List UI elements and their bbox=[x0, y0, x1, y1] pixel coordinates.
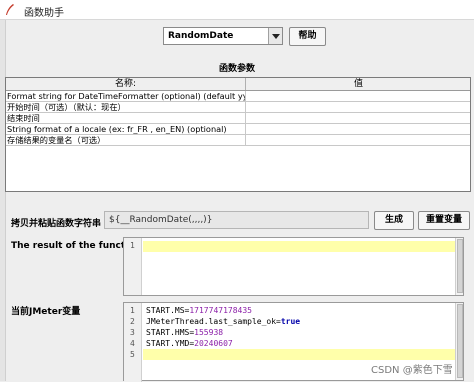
current-line-highlight bbox=[143, 349, 463, 360]
variable-line: START.HMS=155938 bbox=[146, 328, 223, 337]
param-value-cell[interactable] bbox=[247, 135, 469, 145]
column-header-name[interactable]: 名称: bbox=[6, 78, 246, 90]
variable-line: JMeterThread.last_sample_ok=true bbox=[146, 317, 300, 326]
left-panel-edge bbox=[0, 20, 6, 381]
function-string-value: ${__RandomDate(,,,,)} bbox=[109, 215, 213, 225]
line-number: 4 bbox=[130, 339, 135, 348]
variable-key: START.YMD= bbox=[146, 339, 195, 348]
window-title: 函数助手 bbox=[24, 8, 64, 19]
function-select[interactable]: RandomDate bbox=[163, 27, 283, 45]
variable-value: 20240607 bbox=[194, 339, 233, 348]
table-header: 名称: 值 bbox=[6, 78, 470, 91]
function-string-field[interactable]: ${__RandomDate(,,,,)} bbox=[104, 211, 369, 229]
variable-value: 1717747178435 bbox=[189, 306, 252, 315]
param-value-cell[interactable] bbox=[247, 102, 469, 112]
vertical-scrollbar[interactable] bbox=[455, 303, 463, 380]
variable-value: 155938 bbox=[194, 328, 224, 337]
current-line-highlight bbox=[143, 241, 463, 252]
table-row[interactable]: Format string for DateTimeFormatter (opt… bbox=[6, 91, 470, 102]
param-value-cell[interactable] bbox=[247, 113, 469, 123]
watermark-text: CSDN @紫色下雪 bbox=[371, 365, 453, 376]
param-name-cell: 开始时间（可选）（默认：现在） bbox=[7, 102, 246, 112]
table-row[interactable]: 结束时间 bbox=[6, 113, 470, 124]
param-value-cell[interactable] bbox=[247, 124, 469, 134]
table-row[interactable]: 开始时间（可选）（默认：现在） bbox=[6, 102, 470, 113]
function-select-value: RandomDate bbox=[168, 31, 234, 41]
param-name-cell: 存储结果的变量名（可选） bbox=[7, 135, 246, 145]
jmeter-variables-label: 当前JMeter变量 bbox=[11, 307, 81, 317]
param-value-cell[interactable] bbox=[247, 91, 469, 101]
variable-line: START.YMD=20240607 bbox=[146, 339, 233, 348]
scrollbar-thumb[interactable] bbox=[457, 304, 463, 378]
line-number: 5 bbox=[130, 350, 135, 359]
generate-button[interactable]: 生成 bbox=[374, 211, 414, 230]
variable-key: START.MS= bbox=[146, 306, 190, 315]
line-number-gutter: 1 2 3 4 5 bbox=[124, 303, 142, 382]
params-table: 名称: 值 Format string for DateTimeFormatte… bbox=[5, 77, 471, 192]
scrollbar-thumb[interactable] bbox=[457, 239, 463, 293]
app-feather-icon bbox=[6, 4, 14, 15]
line-number: 1 bbox=[130, 306, 135, 315]
table-row[interactable]: String format of a locale (ex: fr_FR , e… bbox=[6, 124, 470, 135]
variable-value: true bbox=[280, 317, 301, 326]
chevron-down-icon[interactable] bbox=[268, 28, 282, 44]
param-name-cell: String format of a locale (ex: fr_FR , e… bbox=[7, 124, 246, 134]
line-number-gutter: 1 bbox=[124, 238, 142, 295]
column-header-value[interactable]: 值 bbox=[247, 78, 470, 90]
param-name-cell: 结束时间 bbox=[7, 113, 246, 123]
variable-line: START.MS=1717747178435 bbox=[146, 306, 252, 315]
copy-string-label: 拷贝并粘贴函数字符串 bbox=[11, 219, 102, 229]
variable-key: START.HMS= bbox=[146, 328, 195, 337]
param-name-cell: Format string for DateTimeFormatter (opt… bbox=[7, 91, 246, 101]
params-heading: 函数参数 bbox=[218, 64, 255, 74]
help-button[interactable]: 帮助 bbox=[289, 27, 326, 46]
result-editor[interactable]: 1 bbox=[123, 237, 464, 296]
title-bar: 函数助手 bbox=[0, 0, 474, 20]
table-row[interactable]: 存储结果的变量名（可选） bbox=[6, 135, 470, 146]
variable-key: JMeterThread.last_sample_ok= bbox=[146, 317, 281, 326]
vertical-scrollbar[interactable] bbox=[455, 238, 463, 295]
line-number: 2 bbox=[130, 317, 135, 326]
reset-variables-button[interactable]: 重置变量 bbox=[418, 211, 470, 230]
line-number: 1 bbox=[130, 241, 135, 250]
line-number: 3 bbox=[130, 328, 135, 337]
